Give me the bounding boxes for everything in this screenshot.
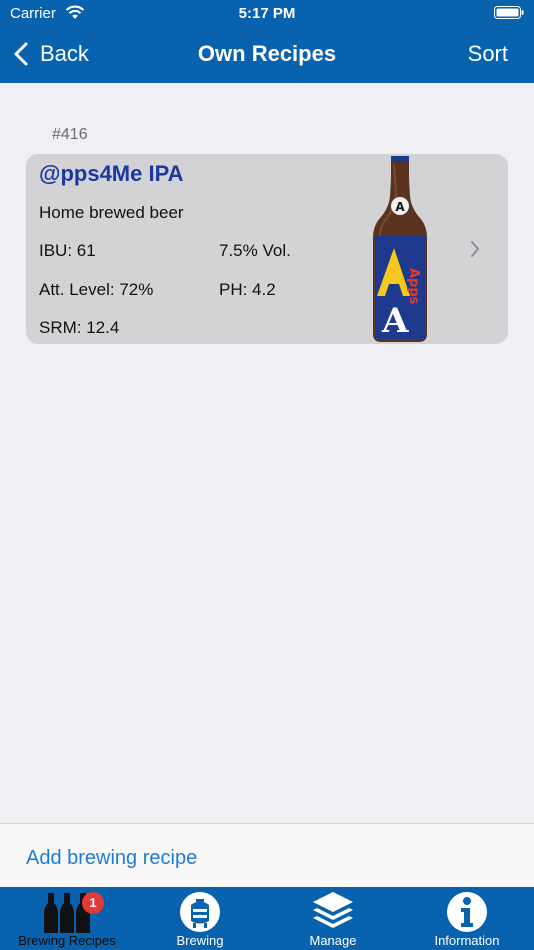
notification-badge: 1 <box>82 892 104 914</box>
beer-bottle-image: A A Apps <box>373 156 427 342</box>
tab-label: Brewing Recipes <box>18 933 116 948</box>
clock: 5:17 PM <box>238 5 296 22</box>
svg-text:A: A <box>381 301 409 341</box>
recipe-description: Home brewed beer <box>39 203 184 222</box>
ph-value: PH: 4.2 <box>219 280 276 299</box>
volume-value: 7.5% Vol. <box>219 241 291 260</box>
svg-text:A: A <box>395 200 405 214</box>
attenuation-value: Att. Level: 72% <box>39 280 154 299</box>
nav-bar: Back Own Recipes Sort <box>0 28 534 83</box>
recipe-list: #416 @pps4Me IPA Home brewed beer IBU: 6… <box>0 83 534 823</box>
recipe-card[interactable]: @pps4Me IPA Home brewed beer IBU: 61 7.5… <box>26 154 508 344</box>
footer-bar: Add brewing recipe <box>0 823 534 887</box>
tab-information[interactable]: Information <box>400 887 534 950</box>
section-header: #416 <box>52 126 88 143</box>
tab-bar: 1 Brewing Recipes Brewing Manage Informa… <box>0 887 534 950</box>
status-bar: Carrier 5:17 PM <box>0 0 534 28</box>
add-recipe-button[interactable]: Add brewing recipe <box>26 847 197 870</box>
page-title: Own Recipes <box>197 41 337 66</box>
tab-label: Information <box>434 933 500 948</box>
sort-button[interactable]: Sort <box>468 41 508 67</box>
bottle-label-text: Apps <box>406 268 421 305</box>
tab-label: Brewing <box>176 933 224 948</box>
info-icon <box>447 892 487 932</box>
tab-brewing-recipes[interactable]: 1 Brewing Recipes <box>0 887 134 950</box>
brew-kettle-icon <box>180 892 220 932</box>
ibu-value: IBU: 61 <box>39 241 96 260</box>
recipe-name: @pps4Me IPA <box>39 161 184 186</box>
tab-brewing[interactable]: Brewing <box>134 887 267 950</box>
tab-label: Manage <box>309 933 357 948</box>
layers-icon <box>313 892 353 928</box>
srm-value: SRM: 12.4 <box>39 318 120 337</box>
battery-icon <box>494 6 524 19</box>
header: Carrier 5:17 PM Back Own Recipes Sort <box>0 0 534 83</box>
chevron-right-icon <box>471 241 479 257</box>
tab-manage[interactable]: Manage <box>267 887 400 950</box>
